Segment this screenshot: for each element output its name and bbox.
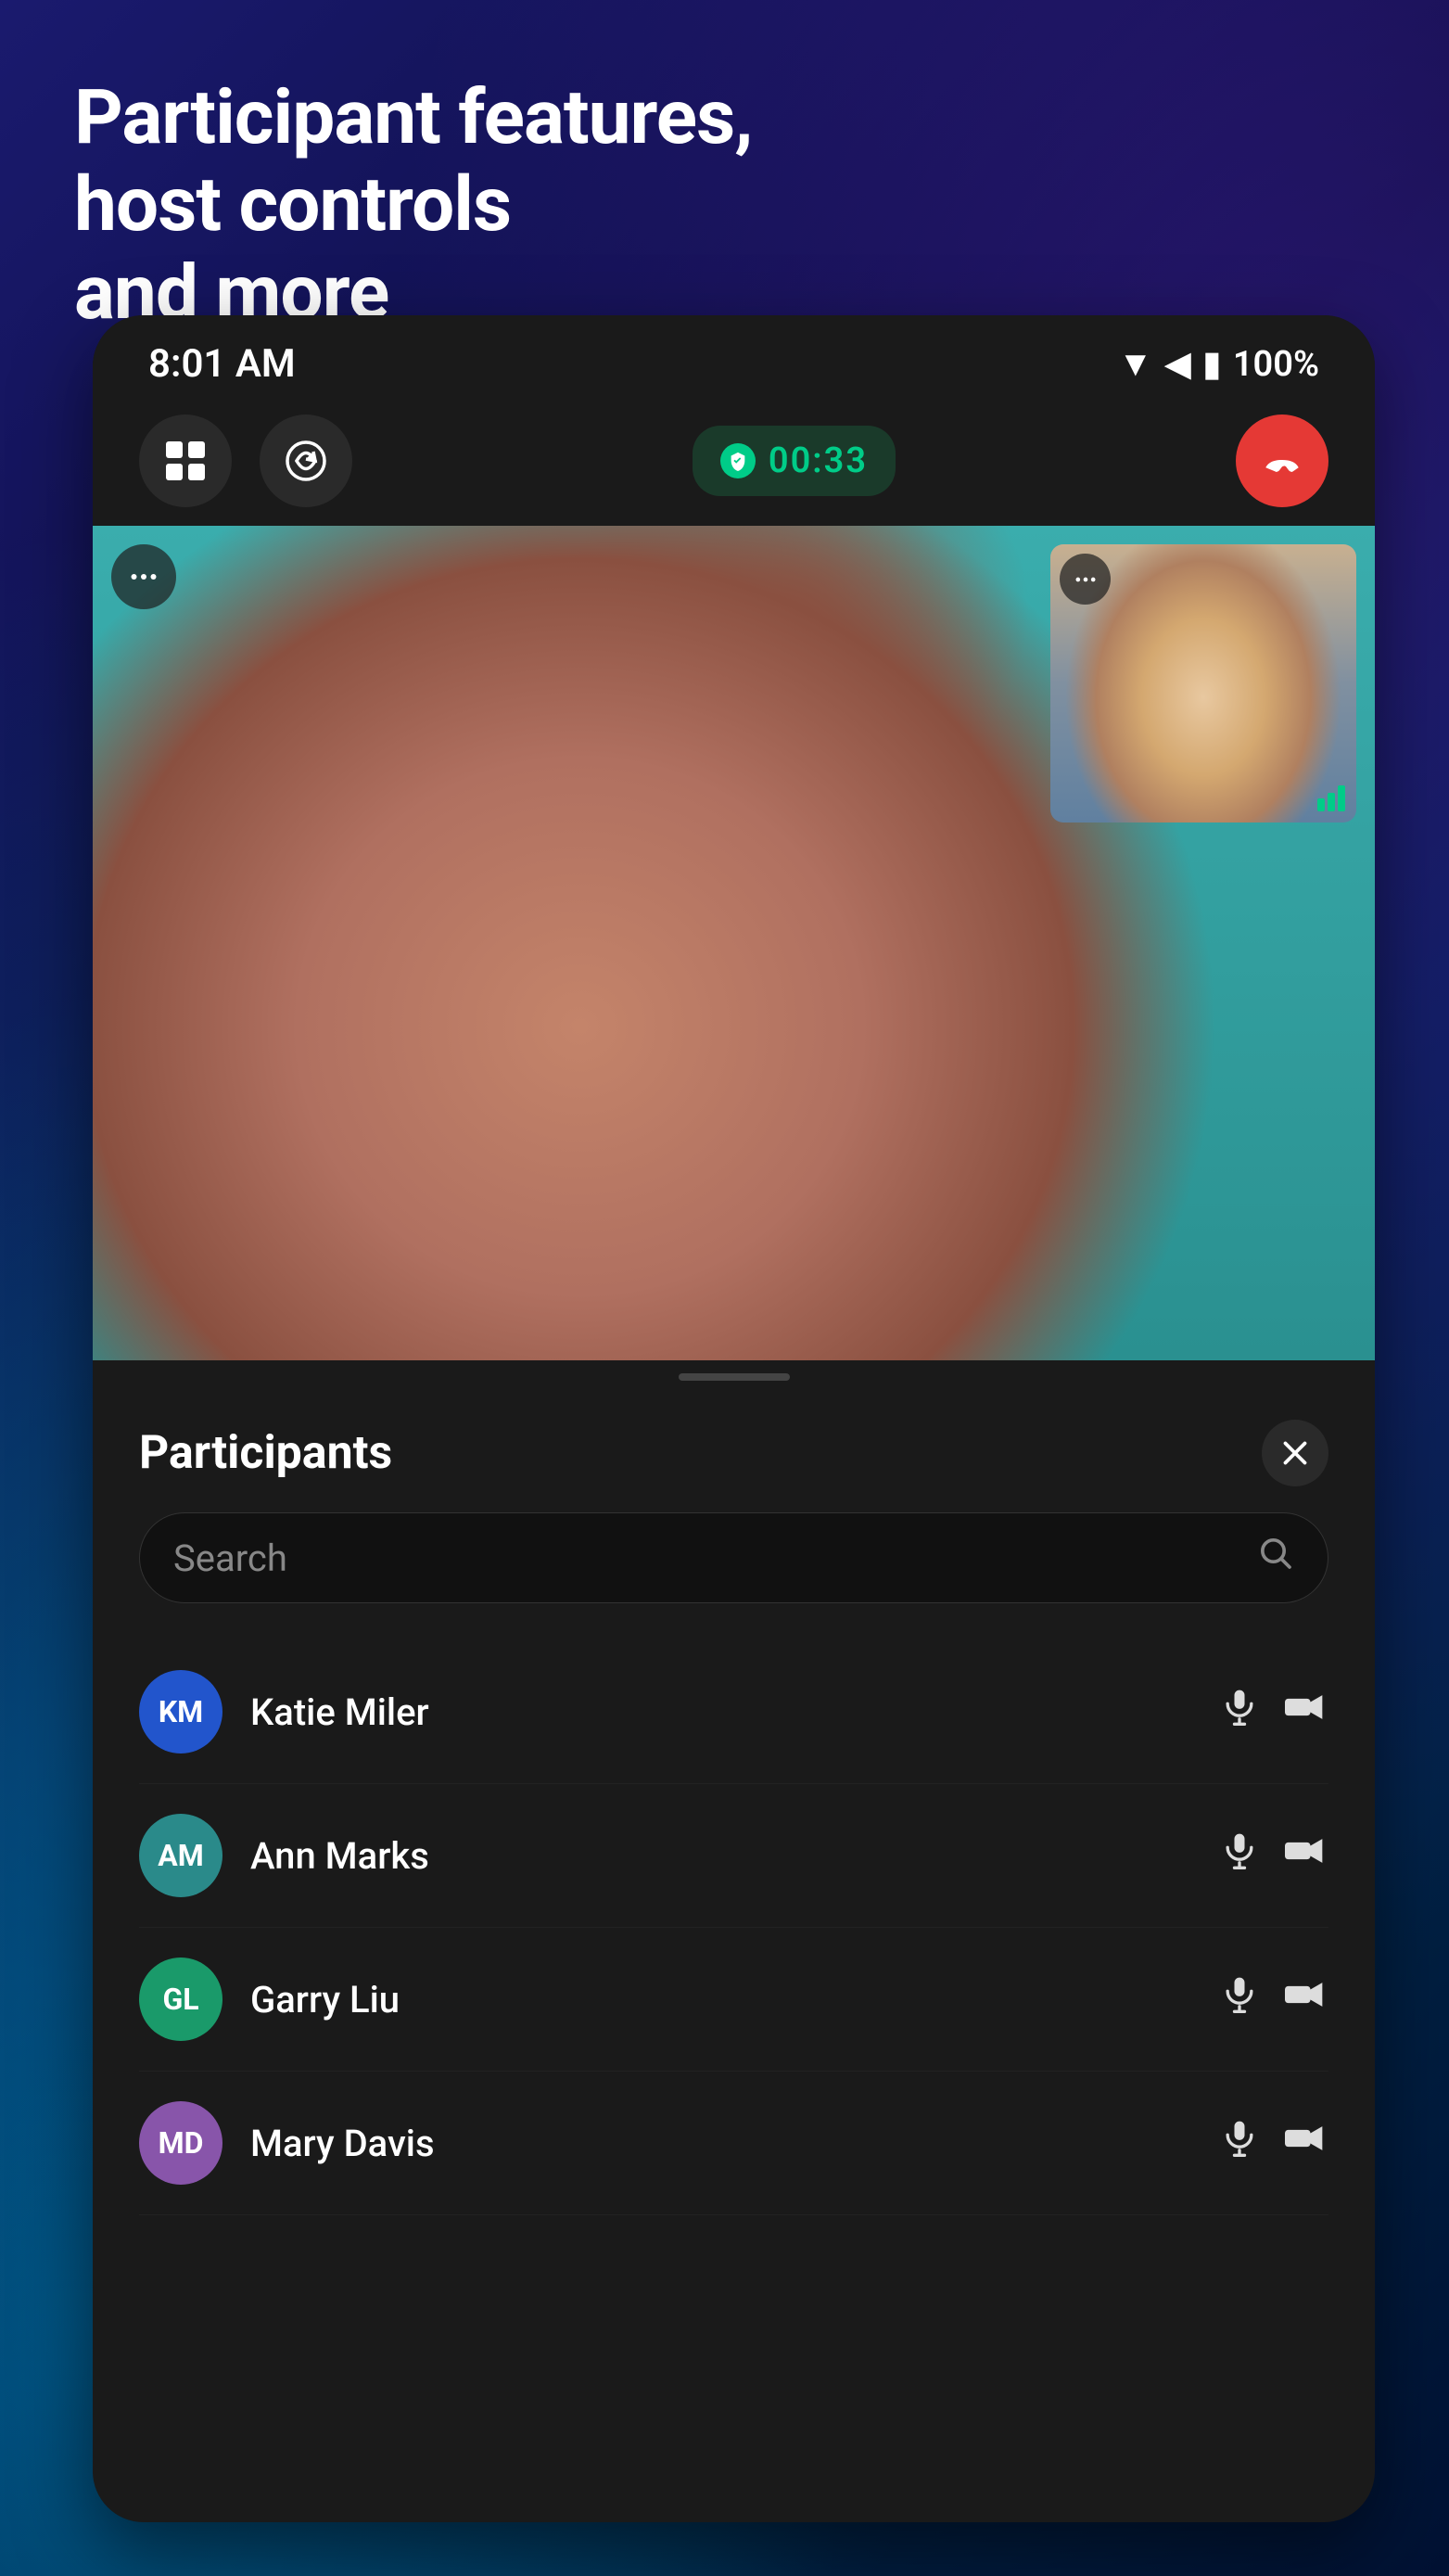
search-bar[interactable]: Search	[139, 1512, 1328, 1603]
close-participants-button[interactable]	[1262, 1420, 1328, 1486]
battery-percent: 100%	[1233, 344, 1319, 385]
signal-icon: ◀	[1164, 343, 1191, 385]
participant-name: Ann Marks	[250, 1834, 1191, 1878]
participant-avatar: AM	[139, 1814, 222, 1897]
avatar-initials: MD	[159, 2125, 204, 2161]
phone-frame: 8:01 AM ▼ ◀ ▮ 100%	[93, 315, 1375, 2522]
participant-avatar: KM	[139, 1670, 222, 1753]
participant-name: Mary Davis	[250, 2122, 1191, 2165]
participants-title: Participants	[139, 1426, 392, 1480]
participant-name: Katie Miler	[250, 1690, 1191, 1734]
call-timer-text: 00:33	[769, 440, 868, 481]
participant-controls	[1219, 2118, 1328, 2169]
status-icons: ▼ ◀ ▮ 100%	[1118, 343, 1319, 385]
camera-icon[interactable]	[1282, 1687, 1328, 1738]
wifi-icon: ▼	[1118, 344, 1153, 385]
participant-controls	[1219, 1974, 1328, 2025]
signal-strength-indicator	[1317, 785, 1345, 811]
avatar-initials: KM	[159, 1694, 203, 1729]
list-item: MD Mary Davis	[139, 2072, 1328, 2215]
pip-video-options-button[interactable]	[1060, 554, 1111, 605]
status-time: 8:01 AM	[148, 341, 296, 387]
headline-line2: host controls	[74, 161, 1078, 249]
participant-avatar: MD	[139, 2101, 222, 2185]
list-item: AM Ann Marks	[139, 1784, 1328, 1928]
drag-bar	[679, 1373, 790, 1381]
microphone-icon[interactable]	[1219, 1830, 1260, 1881]
participant-controls	[1219, 1687, 1328, 1738]
avatar-initials: GL	[162, 1982, 198, 2017]
pip-video	[1050, 544, 1356, 823]
participant-name: Garry Liu	[250, 1978, 1191, 2021]
search-input[interactable]: Search	[173, 1537, 1257, 1580]
participant-controls	[1219, 1830, 1328, 1881]
headline-line1: Participant features,	[74, 74, 1078, 161]
battery-icon: ▮	[1202, 343, 1222, 385]
grid-view-button[interactable]	[139, 414, 232, 507]
main-video-options-button[interactable]	[111, 544, 176, 609]
end-call-button[interactable]	[1236, 414, 1328, 507]
camera-icon[interactable]	[1282, 1830, 1328, 1881]
page-title: Participant features, host controls and …	[74, 74, 1078, 337]
participant-avatar: GL	[139, 1958, 222, 2041]
switch-camera-button[interactable]	[260, 414, 352, 507]
security-shield-icon	[720, 443, 756, 478]
list-item: GL Garry Liu	[139, 1928, 1328, 2072]
camera-icon[interactable]	[1282, 2118, 1328, 2169]
participants-header: Participants	[139, 1394, 1328, 1512]
camera-icon[interactable]	[1282, 1974, 1328, 2025]
call-timer-badge: 00:33	[693, 426, 896, 496]
list-item: KM Katie Miler	[139, 1640, 1328, 1784]
microphone-icon[interactable]	[1219, 2118, 1260, 2169]
microphone-icon[interactable]	[1219, 1974, 1260, 2025]
participants-panel: Participants Search	[93, 1394, 1375, 2215]
phone-wrapper: 8:01 AM ▼ ◀ ▮ 100%	[93, 315, 1375, 2576]
video-area	[93, 526, 1375, 1360]
call-toolbar: 00:33	[93, 396, 1375, 526]
avatar-initials: AM	[158, 1838, 204, 1873]
bottom-sheet-handle[interactable]	[93, 1360, 1375, 1394]
status-bar: 8:01 AM ▼ ◀ ▮ 100%	[93, 315, 1375, 396]
microphone-icon[interactable]	[1219, 1687, 1260, 1738]
search-icon	[1257, 1534, 1294, 1582]
participant-list: KM Katie Miler	[139, 1640, 1328, 2215]
